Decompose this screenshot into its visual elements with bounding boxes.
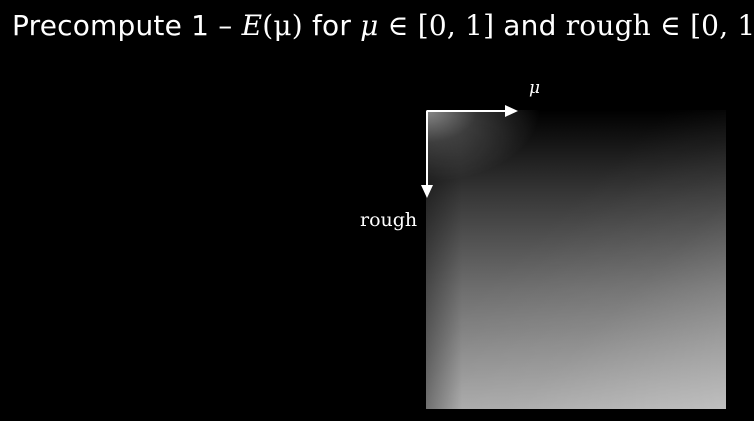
- title-element-of-1: ∈: [378, 9, 418, 42]
- title-mu-symbol: μ: [360, 9, 379, 42]
- title-range-2: [0, 1]: [690, 9, 754, 42]
- title-rough-word: rough: [565, 9, 651, 42]
- lut-top-left-glow: [426, 110, 726, 409]
- title-and-text: and: [494, 9, 566, 42]
- slide-title: Precompute 1 – E(μ) for μ ∈ [0, 1] and r…: [12, 6, 754, 46]
- title-e-argument: (μ): [262, 9, 303, 42]
- title-prefix: Precompute 1 –: [12, 9, 242, 42]
- title-element-of-2: ∈: [650, 9, 691, 42]
- title-for-text: for: [302, 9, 361, 42]
- lookup-table-image: [426, 110, 726, 409]
- title-e-symbol: E: [241, 9, 263, 42]
- mu-axis-label: μ: [529, 78, 541, 98]
- title-range-1: [0, 1]: [417, 9, 495, 42]
- rough-axis-label: rough: [360, 209, 418, 231]
